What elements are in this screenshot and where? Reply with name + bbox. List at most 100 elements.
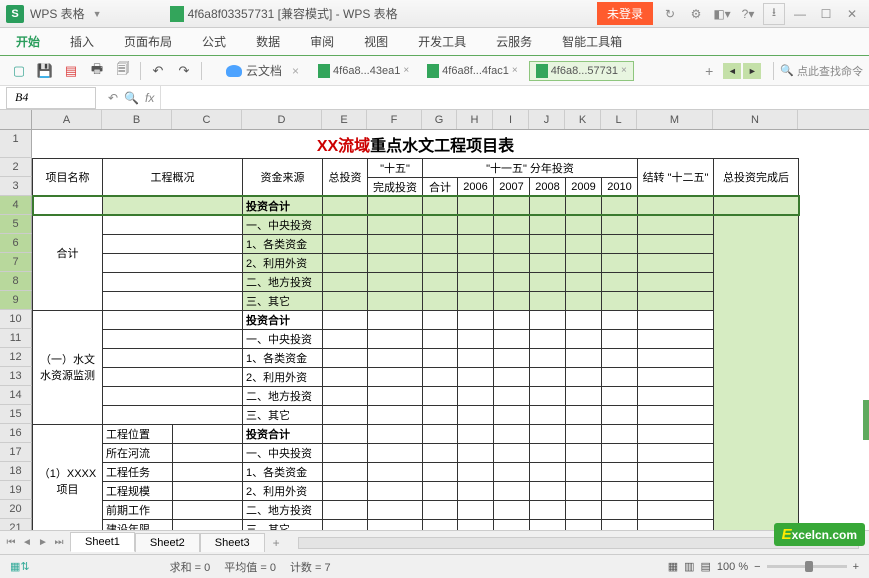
col-header-b[interactable]: B	[102, 110, 172, 129]
undo-icon[interactable]: ↶	[148, 61, 168, 81]
file-tab-3[interactable]: 4f6a8...57731×	[529, 61, 634, 81]
row-header[interactable]: 19	[0, 481, 32, 500]
col-header-e[interactable]: E	[322, 110, 367, 129]
menu-home[interactable]: 开始	[12, 30, 44, 53]
formula-input[interactable]	[160, 86, 869, 109]
redo-icon[interactable]: ↷	[174, 61, 194, 81]
col-header-g[interactable]: G	[422, 110, 457, 129]
zoom-slider[interactable]	[767, 565, 847, 568]
prev-sheet-icon[interactable]: ◄	[20, 537, 34, 548]
row-header[interactable]: 1	[0, 130, 32, 158]
data-table[interactable]: XX流域重点水文工程项目表 项目名称 工程概况 资金来源 总投资 "十五" "十…	[32, 130, 799, 530]
zoom-out-icon[interactable]: −	[754, 561, 760, 573]
menu-formula[interactable]: 公式	[198, 30, 230, 53]
login-button[interactable]: 未登录	[597, 2, 653, 25]
save-icon[interactable]: 💾	[35, 61, 55, 81]
maximize-button[interactable]: ☐	[815, 3, 837, 25]
view-normal-icon[interactable]: ▦	[668, 560, 678, 573]
fx-icon[interactable]: fx	[145, 91, 154, 105]
menu-cloud[interactable]: 云服务	[492, 30, 536, 53]
col-header-j[interactable]: J	[529, 110, 565, 129]
file-tab-2[interactable]: 4f6a8f...4fac1×	[420, 61, 525, 81]
menu-view[interactable]: 视图	[360, 30, 392, 53]
close-tab-icon[interactable]: ×	[403, 65, 409, 76]
row-header[interactable]: 9	[0, 291, 32, 310]
col-header-l[interactable]: L	[601, 110, 637, 129]
view-page-icon[interactable]: ▥	[684, 560, 694, 573]
export-icon[interactable]: ▤	[61, 61, 81, 81]
row-header[interactable]: 6	[0, 234, 32, 253]
side-panel-toggle[interactable]	[863, 400, 869, 440]
menu-smart-tools[interactable]: 智能工具箱	[558, 30, 626, 53]
close-tab-icon[interactable]: ×	[512, 65, 518, 76]
skin-icon[interactable]: ◧▾	[711, 3, 733, 25]
col-header-n[interactable]: N	[713, 110, 798, 129]
row-header[interactable]: 12	[0, 348, 32, 367]
row-header[interactable]: 5	[0, 215, 32, 234]
app-dropdown-icon[interactable]: ▼	[93, 9, 102, 19]
col-header-a[interactable]: A	[32, 110, 102, 129]
col-header-f[interactable]: F	[367, 110, 422, 129]
minimize-button[interactable]: —	[789, 3, 811, 25]
add-sheet-icon[interactable]: +	[265, 536, 288, 550]
view-break-icon[interactable]: ▤	[701, 560, 711, 573]
select-all-corner[interactable]	[0, 110, 32, 129]
tab-nav-next[interactable]: ►	[743, 63, 761, 79]
zoom-in-icon[interactable]: +	[853, 561, 859, 573]
help-icon[interactable]: ?▾	[737, 3, 759, 25]
cell-name-box[interactable]	[6, 87, 96, 109]
row-header[interactable]: 18	[0, 462, 32, 481]
search-command[interactable]: 🔍 点此查找命令	[780, 63, 863, 79]
print-icon[interactable]: 🖶	[87, 61, 107, 81]
sheet-tab-3[interactable]: Sheet3	[200, 533, 265, 552]
zoom-label[interactable]: 100 %	[717, 561, 748, 573]
first-sheet-icon[interactable]: ⏮	[4, 537, 18, 548]
row-header[interactable]: 15	[0, 405, 32, 424]
settings-icon[interactable]: ⚙	[685, 3, 707, 25]
row-header[interactable]: 13	[0, 367, 32, 386]
menu-page-layout[interactable]: 页面布局	[120, 30, 176, 53]
row-header[interactable]: 2	[0, 158, 32, 177]
sheet-tab-1[interactable]: Sheet1	[70, 532, 135, 552]
row-header[interactable]: 3	[0, 177, 32, 196]
cell: 二、地方投资	[243, 500, 323, 519]
sheet-tab-2[interactable]: Sheet2	[135, 533, 200, 552]
col-header-d[interactable]: D	[242, 110, 322, 129]
new-icon[interactable]: ▢	[9, 61, 29, 81]
row-header[interactable]: 21	[0, 519, 32, 530]
close-button[interactable]: ✕	[841, 3, 863, 25]
sync-icon[interactable]: ↻	[659, 3, 681, 25]
menu-insert[interactable]: 插入	[66, 30, 98, 53]
print-preview-icon[interactable]: 🗐	[113, 61, 133, 81]
col-header-h[interactable]: H	[457, 110, 493, 129]
col-header-m[interactable]: M	[637, 110, 713, 129]
row-header[interactable]: 10	[0, 310, 32, 329]
menu-review[interactable]: 审阅	[306, 30, 338, 53]
menu-dev-tools[interactable]: 开发工具	[414, 30, 470, 53]
menu-data[interactable]: 数据	[252, 30, 284, 53]
col-header-i[interactable]: I	[493, 110, 529, 129]
search-formula-icon[interactable]: 🔍	[124, 91, 139, 105]
header-project-name: 项目名称	[33, 158, 103, 196]
spreadsheet[interactable]: A B C D E F G H I J K L M N 1 2 3 4 5 6 …	[0, 110, 869, 530]
file-tab-1[interactable]: 4f6a8...43ea1×	[311, 61, 416, 81]
row-header[interactable]: 11	[0, 329, 32, 348]
row-header[interactable]: 8	[0, 272, 32, 291]
row-header[interactable]: 7	[0, 253, 32, 272]
col-header-c[interactable]: C	[172, 110, 242, 129]
next-sheet-icon[interactable]: ►	[36, 537, 50, 548]
row-header[interactable]: 17	[0, 443, 32, 462]
row-header[interactable]: 16	[0, 424, 32, 443]
row-header[interactable]: 4	[0, 196, 32, 215]
col-header-k[interactable]: K	[565, 110, 601, 129]
last-sheet-icon[interactable]: ⏭	[52, 537, 66, 548]
download-icon[interactable]: ⭳	[763, 3, 785, 25]
undo-formula-icon[interactable]: ↶	[108, 91, 118, 105]
tab-nav-prev[interactable]: ◄	[723, 63, 741, 79]
add-tab-icon[interactable]: +	[705, 63, 713, 79]
close-tab-icon[interactable]: ×	[621, 65, 627, 76]
row-header[interactable]: 20	[0, 500, 32, 519]
cloud-docs-button[interactable]: 云文档	[226, 62, 282, 79]
cell: 2、利用外资	[243, 367, 323, 386]
row-header[interactable]: 14	[0, 386, 32, 405]
